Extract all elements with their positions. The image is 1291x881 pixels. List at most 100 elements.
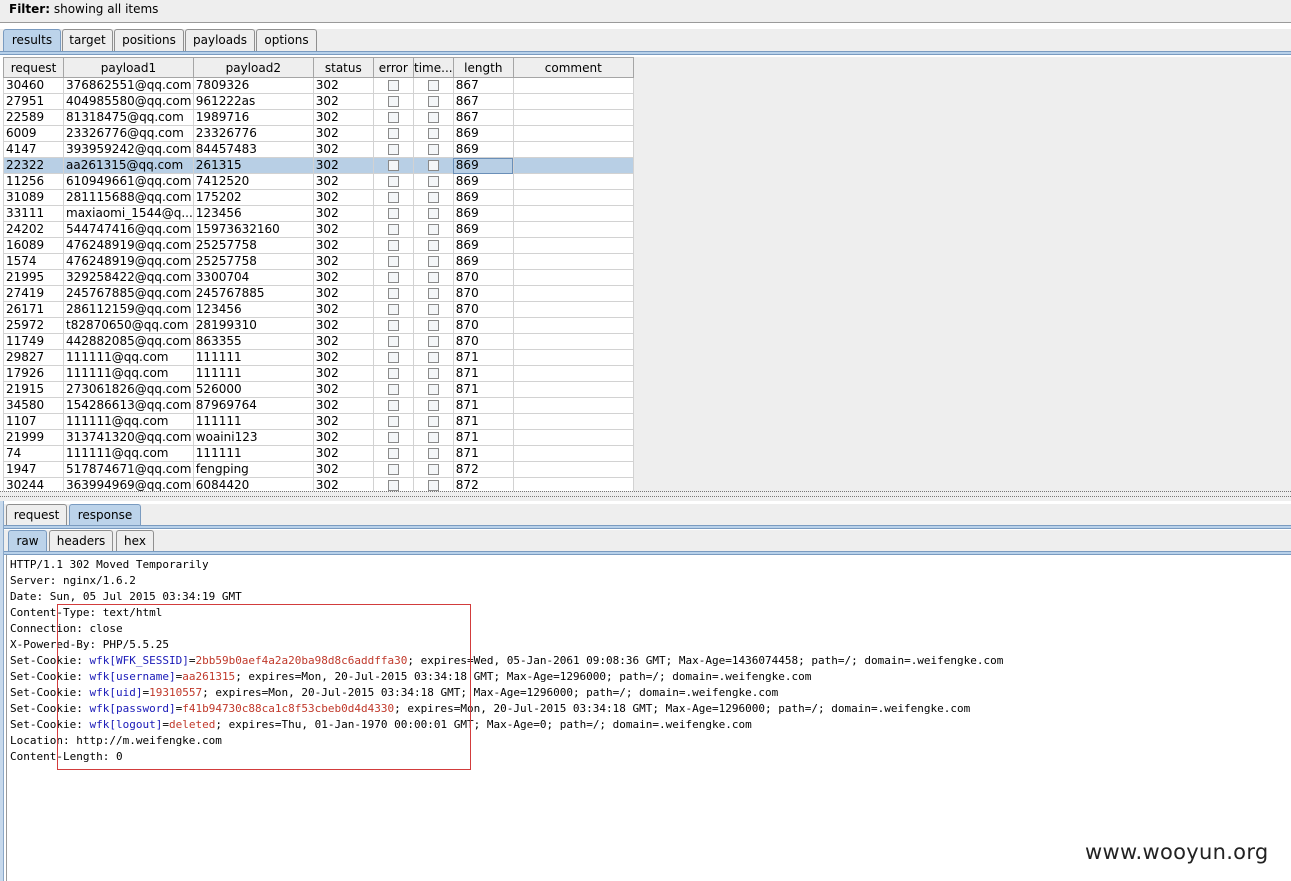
- error-checkbox[interactable]: [387, 464, 399, 475]
- column-header-payload2[interactable]: payload2: [192, 57, 314, 78]
- column-header-error[interactable]: error: [372, 57, 414, 78]
- timeout-checkbox[interactable]: [427, 336, 439, 347]
- table-row[interactable]: 29827 111111@qq.com 111111 302 871: [3, 349, 634, 366]
- error-checkbox[interactable]: [387, 176, 399, 187]
- timeout-checkbox[interactable]: [427, 480, 439, 491]
- error-checkbox[interactable]: [387, 240, 399, 251]
- timeout-checkbox[interactable]: [427, 128, 439, 139]
- error-checkbox[interactable]: [387, 112, 399, 123]
- tab-request[interactable]: request: [6, 504, 67, 526]
- timeout-checkbox[interactable]: [427, 352, 439, 363]
- error-checkbox[interactable]: [387, 160, 399, 171]
- table-row[interactable]: 22589 81318475@qq.com 1989716 302 867: [3, 109, 634, 126]
- table-row[interactable]: 30460 376862551@qq.com 7809326 302 867: [3, 77, 634, 94]
- timeout-checkbox[interactable]: [427, 368, 439, 379]
- column-header-status[interactable]: status: [312, 57, 374, 78]
- error-checkbox[interactable]: [387, 304, 399, 315]
- timeout-checkbox[interactable]: [427, 400, 439, 411]
- tab-payloads[interactable]: payloads: [185, 29, 255, 51]
- tab-response[interactable]: response: [69, 504, 141, 526]
- table-row[interactable]: 1574 476248919@qq.com 25257758 302 869: [3, 253, 634, 270]
- timeout-checkbox[interactable]: [427, 208, 439, 219]
- timeout-checkbox[interactable]: [427, 80, 439, 91]
- table-row[interactable]: 25972 t82870650@qq.com 28199310 302 870: [3, 317, 634, 334]
- filter-bar[interactable]: Filter: showing all items: [0, 0, 1291, 23]
- pane-splitter[interactable]: [0, 491, 1291, 501]
- timeout-checkbox[interactable]: [427, 240, 439, 251]
- error-checkbox[interactable]: [387, 208, 399, 219]
- table-row[interactable]: 1947 517874671@qq.com fengping 302 872: [3, 461, 634, 478]
- table-row[interactable]: 21995 329258422@qq.com 3300704 302 870: [3, 269, 634, 286]
- column-header-length[interactable]: length: [452, 57, 514, 78]
- timeout-checkbox[interactable]: [427, 96, 439, 107]
- error-checkbox[interactable]: [387, 192, 399, 203]
- table-row[interactable]: 6009 23326776@qq.com 23326776 302 869: [3, 125, 634, 142]
- table-row[interactable]: 1107 111111@qq.com 111111 302 871: [3, 413, 634, 430]
- error-checkbox[interactable]: [387, 416, 399, 427]
- table-row[interactable]: 27951 404985580@qq.com 961222as 302 867: [3, 93, 634, 110]
- error-checkbox[interactable]: [387, 368, 399, 379]
- table-row[interactable]: 33111 maxiaomi_1544@q... 123456 302 869: [3, 205, 634, 222]
- table-row[interactable]: 11256 610949661@qq.com 7412520 302 869: [3, 173, 634, 190]
- timeout-checkbox[interactable]: [427, 464, 439, 475]
- tab-options[interactable]: options: [256, 29, 317, 51]
- table-row[interactable]: 4147 393959242@qq.com 84457483 302 869: [3, 141, 634, 158]
- timeout-checkbox[interactable]: [427, 432, 439, 443]
- timeout-checkbox[interactable]: [427, 304, 439, 315]
- error-checkbox[interactable]: [387, 400, 399, 411]
- error-checkbox[interactable]: [387, 128, 399, 139]
- table-row[interactable]: 31089 281115688@qq.com 175202 302 869: [3, 189, 634, 206]
- timeout-checkbox[interactable]: [427, 192, 439, 203]
- timeout-checkbox[interactable]: [427, 288, 439, 299]
- error-checkbox[interactable]: [387, 272, 399, 283]
- timeout-checkbox[interactable]: [427, 416, 439, 427]
- column-header-comment[interactable]: comment: [512, 57, 634, 78]
- table-row[interactable]: 30244 363994969@qq.com 6084420 302 872: [3, 477, 634, 491]
- timeout-checkbox[interactable]: [427, 384, 439, 395]
- table-row[interactable]: 16089 476248919@qq.com 25257758 302 869: [3, 237, 634, 254]
- timeout-checkbox[interactable]: [427, 272, 439, 283]
- table-row[interactable]: 11749 442882085@qq.com 863355 302 870: [3, 333, 634, 350]
- tab-results[interactable]: results: [3, 29, 61, 51]
- error-checkbox[interactable]: [387, 256, 399, 267]
- results-table-area[interactable]: request payload1 payload2 status error t…: [3, 57, 1291, 491]
- error-checkbox[interactable]: [387, 96, 399, 107]
- timeout-checkbox[interactable]: [427, 176, 439, 187]
- error-checkbox[interactable]: [387, 448, 399, 459]
- tab-positions[interactable]: positions: [114, 29, 184, 51]
- error-checkbox[interactable]: [387, 144, 399, 155]
- tab-raw[interactable]: raw: [8, 530, 47, 552]
- timeout-checkbox[interactable]: [427, 112, 439, 123]
- error-checkbox[interactable]: [387, 384, 399, 395]
- error-checkbox[interactable]: [387, 480, 399, 491]
- timeout-checkbox[interactable]: [427, 144, 439, 155]
- error-checkbox[interactable]: [387, 432, 399, 443]
- error-checkbox[interactable]: [387, 288, 399, 299]
- tab-hex[interactable]: hex: [116, 530, 154, 552]
- timeout-checkbox[interactable]: [427, 320, 439, 331]
- error-checkbox[interactable]: [387, 336, 399, 347]
- tab-target[interactable]: target: [62, 29, 113, 51]
- error-checkbox[interactable]: [387, 320, 399, 331]
- results-table[interactable]: request payload1 payload2 status error t…: [3, 57, 634, 491]
- table-row[interactable]: 21999 313741320@qq.com woaini123 302 871: [3, 429, 634, 446]
- column-header-timeout[interactable]: time...: [412, 57, 454, 78]
- error-checkbox[interactable]: [387, 224, 399, 235]
- column-header-request[interactable]: request: [3, 57, 64, 78]
- table-row[interactable]: 26171 286112159@qq.com 123456 302 870: [3, 301, 634, 318]
- timeout-checkbox[interactable]: [427, 256, 439, 267]
- table-row[interactable]: 17926 111111@qq.com 111111 302 871: [3, 365, 634, 382]
- column-header-payload1[interactable]: payload1: [63, 57, 194, 78]
- table-row[interactable]: 22322 aa261315@qq.com 261315 302 869: [3, 157, 634, 174]
- table-row[interactable]: 24202 544747416@qq.com 15973632160 302 869: [3, 221, 634, 238]
- error-checkbox[interactable]: [387, 352, 399, 363]
- tab-headers[interactable]: headers: [49, 530, 113, 552]
- timeout-checkbox[interactable]: [427, 448, 439, 459]
- table-row[interactable]: 74 111111@qq.com 111111 302 871: [3, 445, 634, 462]
- timeout-checkbox[interactable]: [427, 160, 439, 171]
- table-row[interactable]: 34580 154286613@qq.com 87969764 302 871: [3, 397, 634, 414]
- table-row[interactable]: 21915 273061826@qq.com 526000 302 871: [3, 381, 634, 398]
- timeout-checkbox[interactable]: [427, 224, 439, 235]
- table-row[interactable]: 27419 245767885@qq.com 245767885 302 870: [3, 285, 634, 302]
- error-checkbox[interactable]: [387, 80, 399, 91]
